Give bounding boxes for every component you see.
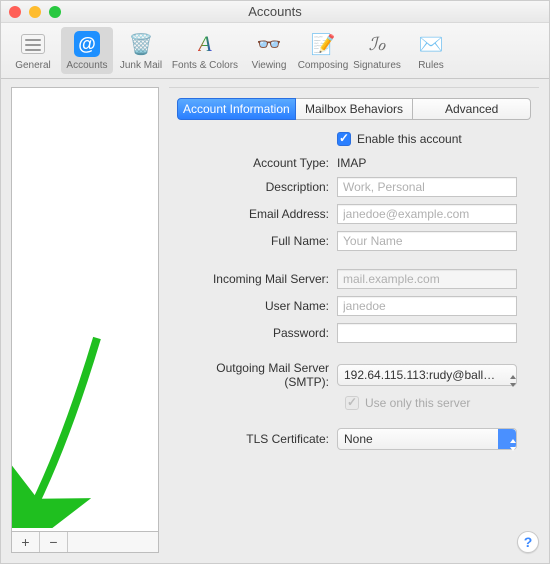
accounts-list-footer: + − bbox=[11, 531, 159, 553]
accounts-sidebar: + − bbox=[11, 87, 159, 553]
close-window-button[interactable] bbox=[9, 6, 21, 18]
email-address-label: Email Address: bbox=[177, 207, 337, 221]
smtp-select[interactable]: 192.64.115.113:rudy@ballistic bbox=[337, 364, 517, 386]
toolbar-item-viewing[interactable]: 👓 Viewing bbox=[243, 27, 295, 74]
account-detail-panel: Account Information Mailbox Behaviors Ad… bbox=[169, 87, 539, 553]
toolbar-item-general[interactable]: General bbox=[7, 27, 59, 74]
signature-icon: ℐℴ bbox=[361, 30, 393, 58]
toolbar-item-accounts[interactable]: @ Accounts bbox=[61, 27, 113, 74]
description-label: Description: bbox=[177, 180, 337, 194]
account-information-form: Enable this account Account Type: IMAP D… bbox=[177, 132, 531, 545]
window-title: Accounts bbox=[1, 4, 549, 19]
traffic-lights bbox=[9, 6, 61, 18]
preferences-window: Accounts General @ Accounts 🗑️ Junk Mail… bbox=[0, 0, 550, 564]
full-name-input[interactable] bbox=[337, 231, 517, 251]
at-sign-icon: @ bbox=[71, 30, 103, 58]
password-input[interactable] bbox=[337, 323, 517, 343]
enable-account-label: Enable this account bbox=[357, 132, 462, 146]
accounts-list[interactable] bbox=[11, 87, 159, 531]
account-type-value: IMAP bbox=[337, 156, 531, 170]
add-account-button[interactable]: + bbox=[12, 532, 40, 552]
smtp-label: Outgoing Mail Server (SMTP): bbox=[177, 361, 337, 389]
recycle-bin-icon: 🗑️ bbox=[125, 30, 157, 58]
user-name-label: User Name: bbox=[177, 299, 337, 313]
glasses-icon: 👓 bbox=[253, 30, 285, 58]
user-name-input[interactable] bbox=[337, 296, 517, 316]
zoom-window-button[interactable] bbox=[49, 6, 61, 18]
incoming-server-label: Incoming Mail Server: bbox=[177, 272, 337, 286]
password-label: Password: bbox=[177, 326, 337, 340]
help-button[interactable]: ? bbox=[517, 531, 539, 553]
remove-account-button[interactable]: − bbox=[40, 532, 68, 552]
account-type-label: Account Type: bbox=[177, 156, 337, 170]
email-address-input[interactable] bbox=[337, 204, 517, 224]
preferences-toolbar: General @ Accounts 🗑️ Junk Mail A Fonts … bbox=[1, 23, 549, 79]
toolbar-item-junk-mail[interactable]: 🗑️ Junk Mail bbox=[115, 27, 167, 74]
toolbar-item-fonts-colors[interactable]: A Fonts & Colors bbox=[169, 27, 241, 74]
rules-icon: ✉️ bbox=[415, 30, 447, 58]
full-name-label: Full Name: bbox=[177, 234, 337, 248]
fonts-colors-icon: A bbox=[189, 30, 221, 58]
use-only-this-server-label: Use only this server bbox=[365, 396, 470, 410]
minimize-window-button[interactable] bbox=[29, 6, 41, 18]
tab-account-information[interactable]: Account Information bbox=[177, 98, 296, 120]
tls-certificate-label: TLS Certificate: bbox=[177, 432, 337, 446]
toolbar-item-rules[interactable]: ✉️ Rules bbox=[405, 27, 457, 74]
compose-icon: 📝 bbox=[307, 30, 339, 58]
toolbar-item-composing[interactable]: 📝 Composing bbox=[297, 27, 349, 74]
toolbar-item-signatures[interactable]: ℐℴ Signatures bbox=[351, 27, 403, 74]
description-input[interactable] bbox=[337, 177, 517, 197]
enable-account-checkbox[interactable] bbox=[337, 132, 351, 146]
body: + − Account Information Mailbox Behavior… bbox=[1, 79, 549, 563]
account-tabs: Account Information Mailbox Behaviors Ad… bbox=[177, 98, 531, 120]
titlebar: Accounts bbox=[1, 1, 549, 23]
use-only-this-server-checkbox[interactable] bbox=[345, 396, 359, 410]
tls-certificate-select[interactable]: None bbox=[337, 428, 517, 450]
tab-mailbox-behaviors[interactable]: Mailbox Behaviors bbox=[295, 98, 414, 120]
tab-advanced[interactable]: Advanced bbox=[412, 98, 531, 120]
annotation-arrow bbox=[12, 88, 160, 528]
sliders-icon bbox=[17, 30, 49, 58]
incoming-server-input[interactable] bbox=[337, 269, 517, 289]
